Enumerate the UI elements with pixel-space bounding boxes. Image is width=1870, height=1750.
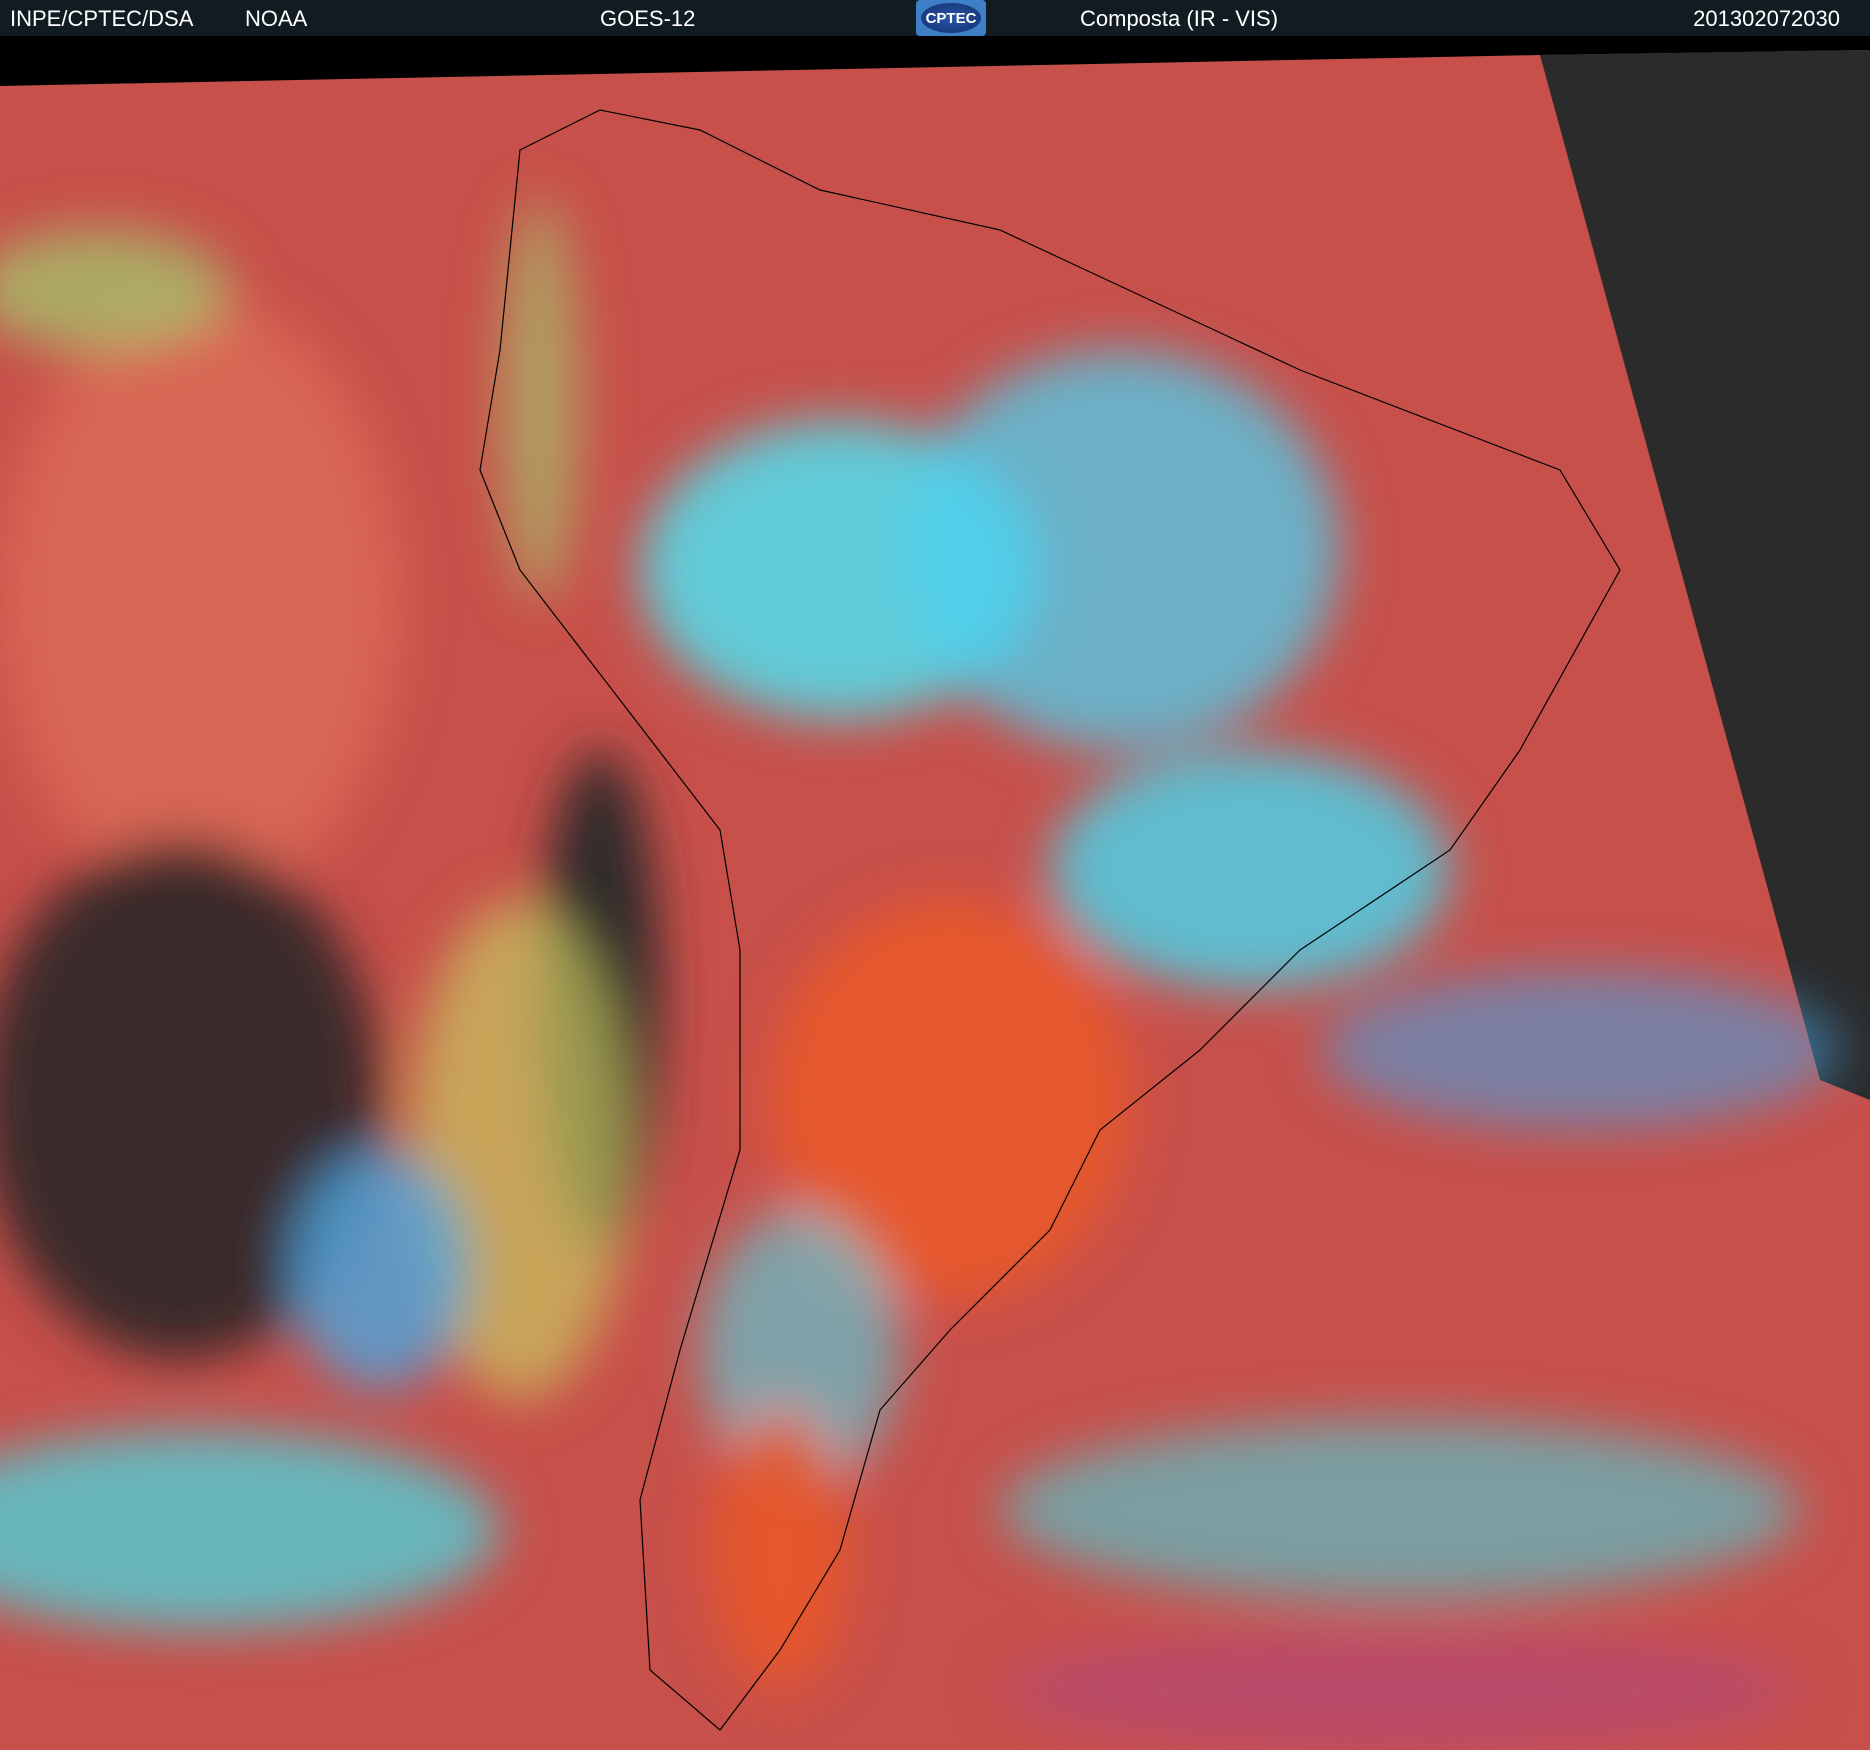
product-label: Composta (IR - VIS) bbox=[1080, 6, 1279, 31]
agency-label: NOAA bbox=[245, 6, 308, 31]
timestamp-label: 201302072030 bbox=[1693, 6, 1840, 31]
institution-label: INPE/CPTEC/DSA bbox=[10, 6, 194, 31]
satellite-image bbox=[0, 50, 1870, 1750]
header-bar: INPE/CPTEC/DSA NOAA GOES-12 CPTEC Compos… bbox=[0, 0, 1870, 36]
logo-text: CPTEC bbox=[921, 3, 981, 33]
cptec-logo: CPTEC bbox=[916, 0, 986, 36]
satellite-label: GOES-12 bbox=[600, 6, 696, 31]
